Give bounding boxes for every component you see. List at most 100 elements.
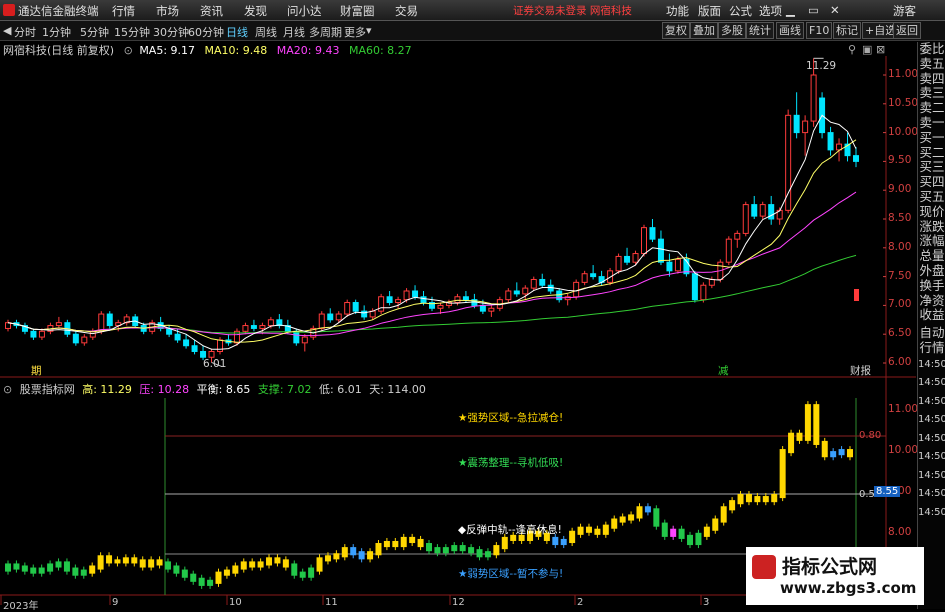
candle-body — [301, 336, 308, 344]
price-tick-label: 8.50 — [888, 212, 912, 224]
side-panel-item[interactable]: 委比 — [918, 41, 945, 57]
candle-body — [530, 278, 537, 289]
indicator-bar — [493, 545, 500, 556]
price-tick-label: 10.00 — [888, 125, 919, 138]
indicator-bar — [38, 567, 45, 574]
indicator-bar — [333, 553, 340, 560]
candle-body — [242, 325, 249, 332]
indicator-bar — [552, 536, 559, 546]
candle-body — [793, 114, 800, 134]
candle-body — [590, 273, 597, 278]
candle-body — [217, 339, 223, 352]
side-panel-item[interactable]: 卖三 — [918, 86, 945, 101]
candle-body — [420, 296, 427, 304]
candle-body — [250, 325, 257, 329]
candle-body — [30, 330, 37, 338]
side-panel-item[interactable]: 涨幅 — [918, 234, 945, 249]
candle-body — [327, 313, 334, 321]
indicator-bar — [417, 538, 424, 548]
price-tick-label: 9.50 — [888, 154, 912, 167]
current-price-marker — [854, 289, 859, 301]
side-panel-item[interactable]: 卖二 — [918, 100, 945, 116]
side-panel-item[interactable]: 卖一 — [918, 115, 945, 131]
side-panel-time: 14:50 — [918, 414, 945, 426]
event-marker-left[interactable]: 期 — [31, 363, 42, 378]
side-panel-item[interactable]: 买二 — [918, 145, 945, 161]
candle-body — [505, 290, 512, 301]
indicator-bar — [653, 508, 660, 527]
candle-body — [106, 313, 113, 327]
indicator-bar — [838, 449, 845, 456]
candle-body — [378, 296, 385, 312]
candle-body — [335, 313, 342, 321]
candle-body — [853, 155, 859, 162]
indicator-bar — [106, 555, 113, 564]
side-panel-item[interactable]: 换手 — [918, 278, 945, 294]
indicator-bar — [367, 551, 374, 560]
candle-body — [649, 227, 656, 240]
kline-chart — [0, 56, 916, 605]
zone-weak-label: ★弱势区域--暂不参与! — [458, 568, 564, 580]
indicator-bar — [324, 555, 331, 562]
indicator-bar — [316, 557, 323, 572]
indicator-info-bar: ⊙ 股票指标网 高: 11.29 压: 10.28 平衡: 8.65 支撑: 7… — [0, 381, 916, 396]
date-tick-label: 12 — [452, 597, 465, 608]
candle-body — [454, 296, 461, 304]
side-panel-item[interactable]: 收益 — [918, 308, 945, 323]
candle-body — [318, 313, 325, 329]
zone-shock-label: ★震荡整理--寻机低吸! — [458, 457, 564, 469]
candle-body — [632, 253, 639, 263]
side-panel-item[interactable]: 自动 — [918, 325, 945, 341]
indicator-bar — [468, 547, 475, 554]
side-panel-item[interactable]: 买三 — [918, 160, 945, 175]
indicator-bar — [223, 569, 230, 576]
side-panel-item[interactable]: 外盘 — [918, 263, 945, 279]
candle-body — [742, 204, 749, 234]
side-panel-item[interactable]: 买五 — [918, 189, 945, 205]
side-panel-item[interactable]: 总量 — [918, 248, 945, 264]
indicator-bar — [745, 494, 752, 503]
indicator-bar — [55, 561, 62, 568]
event-marker-report[interactable]: 财报 — [850, 363, 871, 378]
indicator-bar — [628, 514, 635, 521]
candle-body — [462, 296, 469, 301]
side-panel-item[interactable]: 现价 — [918, 204, 945, 220]
indicator-bar — [451, 545, 458, 552]
indicator-bar — [788, 432, 795, 454]
side-panel-time: 14:50 — [918, 488, 945, 500]
candle-body — [700, 284, 707, 301]
candle-body — [539, 278, 546, 286]
candle-body — [208, 350, 215, 358]
indicator-bar — [821, 440, 828, 458]
candle-body — [479, 304, 486, 312]
indicator-bar — [670, 528, 677, 537]
candle-body — [827, 132, 834, 151]
side-panel-item[interactable]: 卖五 — [918, 56, 945, 72]
side-panel-item[interactable]: 净资 — [918, 293, 945, 309]
indicator-bar — [72, 567, 79, 576]
candle-body — [573, 281, 580, 298]
watermark-url: www.zbgs3.com — [780, 579, 917, 597]
candle-body — [361, 310, 368, 318]
indicator-bar — [459, 545, 466, 552]
price-tick-label: 7.00 — [888, 298, 912, 311]
indicator-settings-icon[interactable]: ⊙ — [3, 383, 12, 396]
indicator-bar — [830, 451, 837, 458]
date-tick-label: 2 — [577, 597, 584, 608]
indicator-bar — [611, 518, 618, 529]
indicator-bar — [257, 561, 264, 568]
event-marker-mid[interactable]: 减 — [718, 363, 729, 378]
side-panel-item[interactable]: 买一 — [918, 130, 945, 146]
high-price-label: 11.29 — [806, 60, 837, 72]
indicator-bar — [678, 528, 685, 539]
candle-body — [72, 333, 79, 344]
side-panel-time: 14:50 — [918, 451, 945, 463]
side-panel-item[interactable]: 卖四 — [918, 71, 945, 87]
date-tick-label: 2023年 — [3, 601, 39, 612]
indicator-bar — [392, 540, 399, 548]
side-panel-item[interactable]: 买四 — [918, 174, 945, 190]
side-panel-item[interactable]: 行情 — [918, 340, 945, 356]
side-panel-item[interactable]: 涨跌 — [918, 219, 945, 235]
watermark-title: 指标公式网 — [782, 556, 878, 578]
price-tick-label: 11.00 — [888, 68, 919, 80]
